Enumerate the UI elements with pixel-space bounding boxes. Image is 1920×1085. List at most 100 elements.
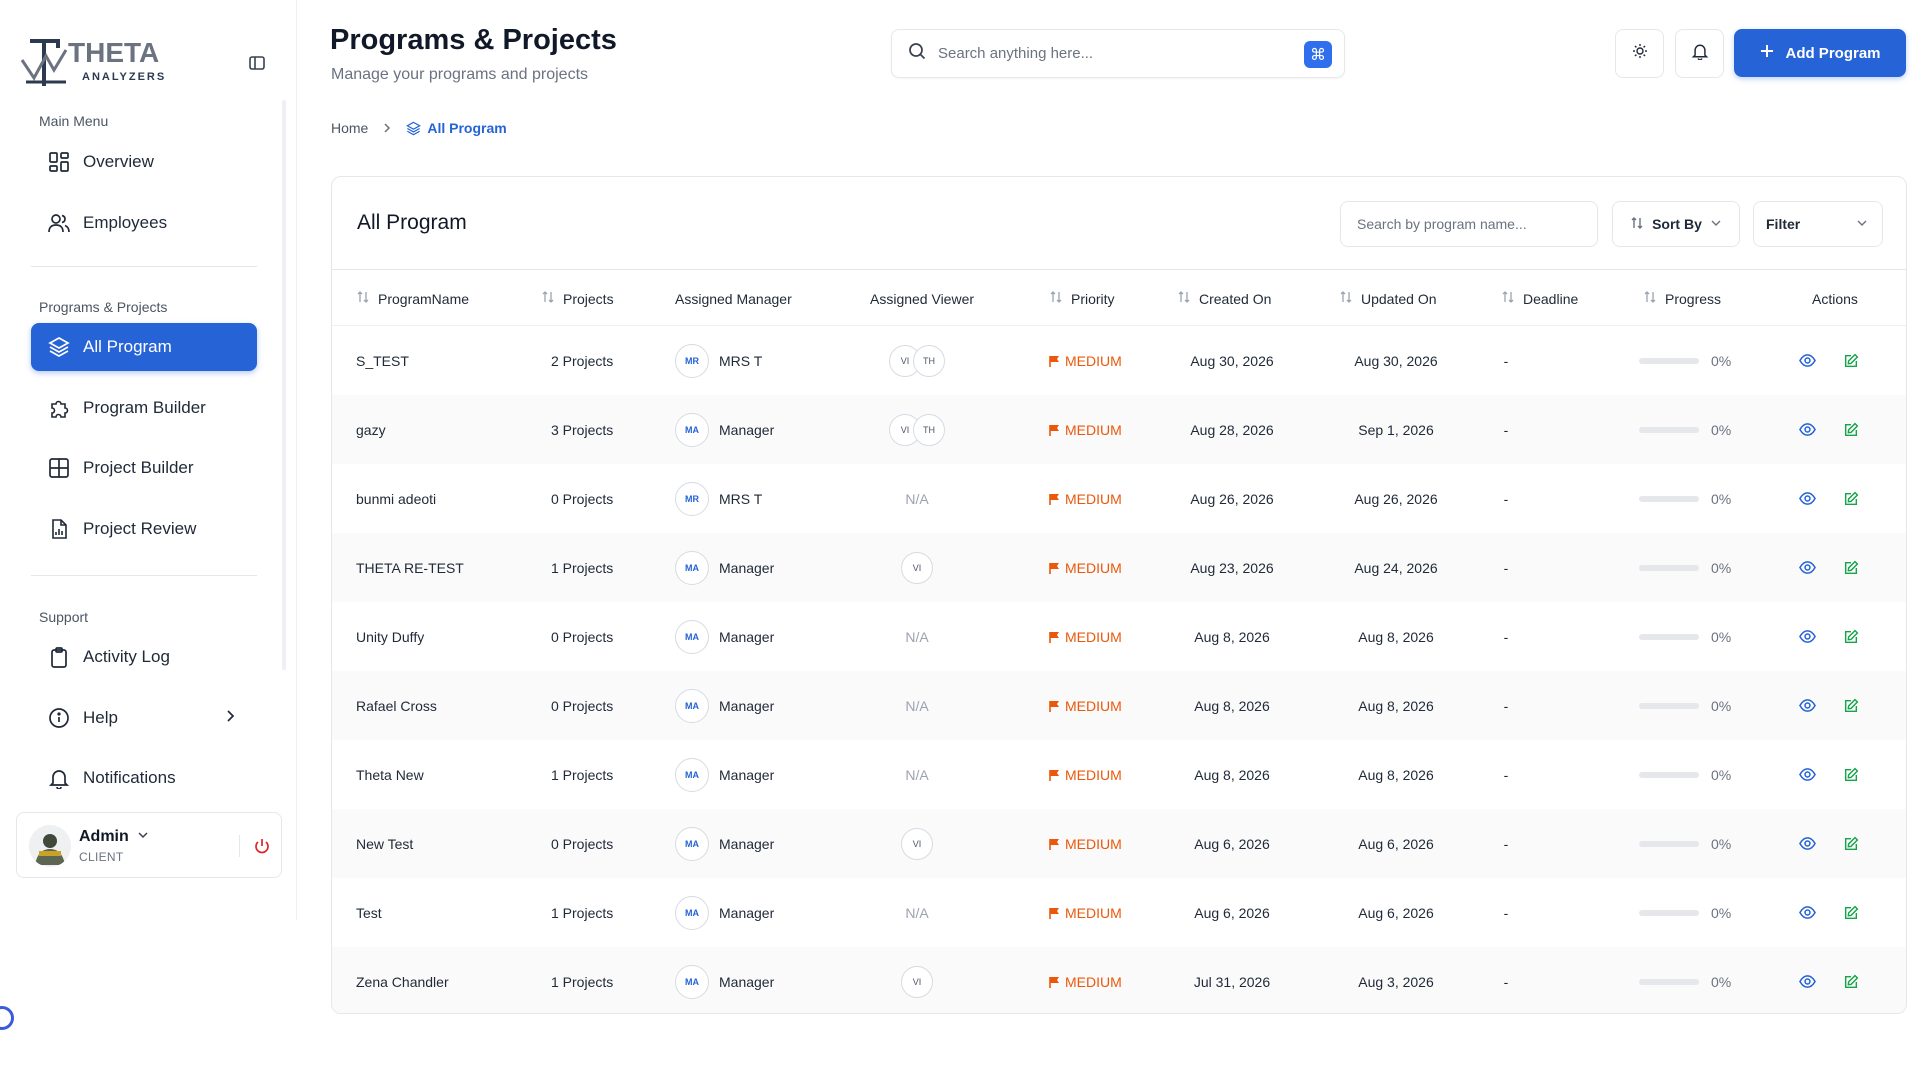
command-key-icon[interactable]: ⌘ <box>1304 41 1332 68</box>
edit-icon[interactable] <box>1840 350 1862 372</box>
priority-label: MEDIUM <box>1065 697 1122 714</box>
edit-icon[interactable] <box>1840 764 1862 786</box>
edit-icon[interactable] <box>1840 695 1862 717</box>
manager-avatar: MA <box>675 619 709 654</box>
table-row[interactable]: New Test 0 Projects MA Manager VI MEDIUM… <box>332 809 1906 878</box>
column-header-progress[interactable]: Progress <box>1643 270 1721 327</box>
deadline: - <box>1503 766 1509 783</box>
sidebar-item-employees[interactable]: Employees <box>31 199 257 247</box>
project-count: 1 Projects <box>551 973 614 990</box>
sidebar-collapse-icon[interactable] <box>248 54 268 74</box>
chevron-right-icon <box>382 120 392 136</box>
view-eye-icon[interactable] <box>1796 488 1818 510</box>
table-row[interactable]: THETA RE-TEST 1 Projects MA Manager VI M… <box>332 533 1906 602</box>
table-row[interactable]: gazy 3 Projects MA Manager VI TH MEDIUM A… <box>332 395 1906 464</box>
view-eye-icon[interactable] <box>1796 419 1818 441</box>
table-row[interactable]: S_TEST 2 Projects MR MRS T VI TH MEDIUM A… <box>332 326 1906 395</box>
flag-icon <box>1049 424 1059 436</box>
program-name[interactable]: Test <box>356 878 382 947</box>
sidebar-item-program-builder[interactable]: Program Builder <box>31 384 257 432</box>
column-header-program-name[interactable]: ProgramName <box>356 270 469 327</box>
edit-icon[interactable] <box>1840 557 1862 579</box>
filter-dropdown[interactable]: Filter <box>1753 201 1883 247</box>
progress-bar <box>1639 702 1699 709</box>
view-eye-icon[interactable] <box>1796 350 1818 372</box>
table-row[interactable]: Theta New 1 Projects MA Manager N/A MEDI… <box>332 740 1906 809</box>
viewer-avatar: VI <box>901 965 933 998</box>
floating-widget-ring[interactable] <box>0 1006 14 1030</box>
program-name[interactable]: Zena Chandler <box>356 947 449 1013</box>
column-header-deadline[interactable]: Deadline <box>1501 270 1578 327</box>
view-eye-icon[interactable] <box>1796 764 1818 786</box>
notifications-button[interactable] <box>1675 29 1724 78</box>
view-eye-icon[interactable] <box>1796 971 1818 993</box>
theta-analyzers-logo[interactable]: THETA ANALYZERS <box>20 36 200 92</box>
logout-power-icon[interactable] <box>253 837 271 860</box>
sidebar-item-all-program[interactable]: All Program <box>31 323 257 371</box>
program-name[interactable]: gazy <box>356 395 386 464</box>
viewer-avatars: VI TH <box>889 344 945 377</box>
view-eye-icon[interactable] <box>1796 902 1818 924</box>
add-program-button[interactable]: Add Program <box>1734 29 1906 77</box>
programs-projects-label: Programs & Projects <box>39 299 168 315</box>
program-search[interactable] <box>1340 201 1598 247</box>
assigned-viewer: N/A <box>822 671 1012 740</box>
project-count: 0 Projects <box>551 835 614 852</box>
edit-icon[interactable] <box>1840 902 1862 924</box>
program-name[interactable]: bunmi adeoti <box>356 464 436 533</box>
sidebar-item-notifications[interactable]: Notifications <box>31 754 257 802</box>
theme-toggle-button[interactable] <box>1615 29 1664 78</box>
row-actions <box>1796 395 1862 464</box>
sidebar-item-project-review[interactable]: Project Review <box>31 505 257 553</box>
edit-icon[interactable] <box>1840 488 1862 510</box>
edit-icon[interactable] <box>1840 626 1862 648</box>
column-header-priority[interactable]: Priority <box>1049 270 1115 327</box>
edit-icon[interactable] <box>1840 419 1862 441</box>
chevron-down-icon[interactable] <box>137 829 149 841</box>
view-eye-icon[interactable] <box>1796 833 1818 855</box>
column-header-assigned-manager: Assigned Manager <box>675 270 792 327</box>
table-row[interactable]: Test 1 Projects MA Manager N/A MEDIUM Au… <box>332 878 1906 947</box>
row-actions <box>1796 878 1862 947</box>
sort-arrows-icon <box>1049 290 1063 307</box>
sidebar-item-overview[interactable]: Overview <box>31 138 257 186</box>
table-row[interactable]: bunmi adeoti 0 Projects MR MRS T N/A MED… <box>332 464 1906 533</box>
table-row[interactable]: Rafael Cross 0 Projects MA Manager N/A M… <box>332 671 1906 740</box>
edit-icon[interactable] <box>1840 833 1862 855</box>
program-search-input[interactable] <box>1357 216 1577 232</box>
sidebar-item-help[interactable]: Help <box>31 694 257 742</box>
user-profile-card[interactable]: Admin CLIENT <box>16 812 282 878</box>
table-row[interactable]: Unity Duffy 0 Projects MA Manager N/A ME… <box>332 602 1906 671</box>
column-header-projects[interactable]: Projects <box>541 270 614 327</box>
sort-by-button[interactable]: Sort By <box>1612 201 1740 247</box>
sidebar-item-label: Employees <box>83 213 168 232</box>
program-name[interactable]: Unity Duffy <box>356 602 424 671</box>
column-header-updated-on[interactable]: Updated On <box>1339 270 1437 327</box>
assigned-viewer: N/A <box>822 878 1012 947</box>
search-input[interactable] <box>938 45 1288 62</box>
bell-icon <box>1691 42 1709 65</box>
column-label: Progress <box>1665 290 1722 307</box>
table-row[interactable]: Zena Chandler 1 Projects MA Manager VI M… <box>332 947 1906 1013</box>
program-name[interactable]: S_TEST <box>356 326 409 395</box>
sidebar-scrollbar[interactable] <box>282 100 286 670</box>
users-icon <box>47 211 71 235</box>
assigned-viewer: VI <box>822 947 1012 1013</box>
view-eye-icon[interactable] <box>1796 557 1818 579</box>
edit-icon[interactable] <box>1840 971 1862 993</box>
global-search[interactable]: ⌘ <box>891 29 1345 78</box>
view-eye-icon[interactable] <box>1796 626 1818 648</box>
sidebar-item-project-builder[interactable]: Project Builder <box>31 444 257 492</box>
program-name[interactable]: Rafael Cross <box>356 671 437 740</box>
column-header-created-on[interactable]: Created On <box>1177 270 1271 327</box>
view-eye-icon[interactable] <box>1796 695 1818 717</box>
program-name[interactable]: New Test <box>356 809 413 878</box>
program-name[interactable]: THETA RE-TEST <box>356 533 464 602</box>
breadcrumb-current[interactable]: All Program <box>406 120 507 136</box>
row-actions <box>1796 947 1862 1013</box>
viewer-avatars: VI <box>901 965 933 998</box>
sidebar-item-activity-log[interactable]: Activity Log <box>31 633 257 681</box>
program-name[interactable]: Theta New <box>356 740 424 809</box>
breadcrumb-home[interactable]: Home <box>331 120 368 136</box>
flag-icon <box>1049 769 1059 781</box>
